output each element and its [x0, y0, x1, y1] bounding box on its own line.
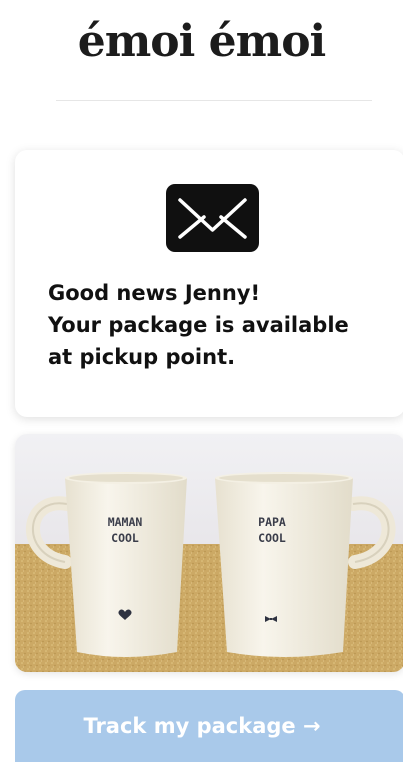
message-line-3: at pickup point.: [48, 345, 236, 369]
product-image: MAMAN COOL PAPA COOL: [15, 434, 403, 672]
track-package-button[interactable]: Track my package →: [15, 690, 403, 762]
message-line-1: Good news Jenny!: [48, 281, 261, 305]
left-mug-text-1: MAMAN: [108, 515, 143, 529]
track-package-label: Track my package →: [83, 714, 321, 738]
brand-logo: émoi émoi: [77, 16, 327, 67]
left-mug-text-2: COOL: [111, 531, 139, 545]
notification-message: Good news Jenny! Your package is availab…: [48, 277, 388, 373]
right-mug-text-1: PAPA: [258, 515, 286, 529]
header-divider: [56, 100, 372, 101]
right-mug-text-2: COOL: [258, 531, 286, 545]
message-line-2: Your package is available: [48, 313, 349, 337]
envelope-icon: [166, 184, 259, 252]
